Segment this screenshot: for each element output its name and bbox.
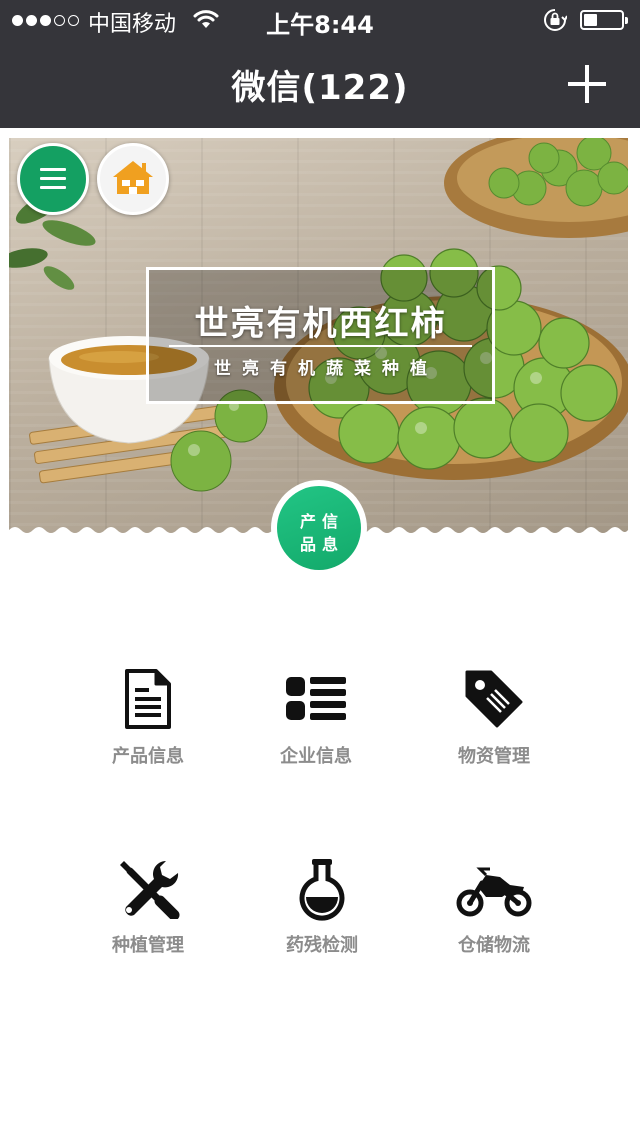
- document-icon: [125, 669, 171, 729]
- nav-title: 微信(122): [231, 68, 409, 108]
- top-bar: 中国移动 上午8:44 微信(122): [0, 0, 640, 128]
- list-icon: [286, 677, 346, 720]
- home-button[interactable]: [97, 143, 169, 215]
- menu-item-company-info[interactable]: 企业信息: [231, 668, 401, 788]
- house-icon: [113, 161, 153, 194]
- tools-icon: [120, 861, 180, 919]
- product-info-badge[interactable]: 产信 品息: [271, 480, 367, 576]
- menu-item-materials-management[interactable]: 物资管理: [409, 668, 579, 788]
- banner-title-box: 世亮有机西红柿 世亮有机蔬菜种植: [146, 267, 495, 404]
- menu-button[interactable]: [17, 143, 89, 215]
- banner-subtitle: 世亮有机蔬菜种植: [214, 359, 438, 379]
- menu-item-label: 物资管理: [458, 746, 530, 767]
- badge-line-2: 品息: [299, 535, 344, 554]
- rotation-lock-icon: [544, 9, 567, 31]
- status-bar: 中国移动 上午8:44: [0, 0, 640, 40]
- tag-icon: [465, 670, 523, 728]
- menu-item-label: 企业信息: [280, 746, 352, 767]
- add-button[interactable]: [563, 60, 611, 108]
- battery-level: [584, 14, 597, 26]
- menu-item-product-info[interactable]: 产品信息: [63, 668, 233, 788]
- menu-item-label: 药残检测: [286, 935, 358, 956]
- menu-item-warehouse-logistics[interactable]: 仓储物流: [409, 857, 579, 977]
- hamburger-icon: [40, 168, 66, 171]
- badge-line-1: 产信: [299, 512, 344, 531]
- menu-item-label: 种植管理: [112, 935, 184, 956]
- banner-title: 世亮有机西红柿: [194, 304, 447, 344]
- menu-item-label: 仓储物流: [458, 935, 530, 956]
- battery-icon: [580, 10, 628, 30]
- motorcycle-icon: [456, 867, 532, 917]
- menu-item-pesticide-test[interactable]: 药残检测: [237, 857, 407, 977]
- menu-item-label: 产品信息: [112, 746, 184, 767]
- flask-icon: [299, 859, 345, 921]
- menu-item-planting-management[interactable]: 种植管理: [63, 857, 233, 977]
- banner-divider: [169, 345, 472, 347]
